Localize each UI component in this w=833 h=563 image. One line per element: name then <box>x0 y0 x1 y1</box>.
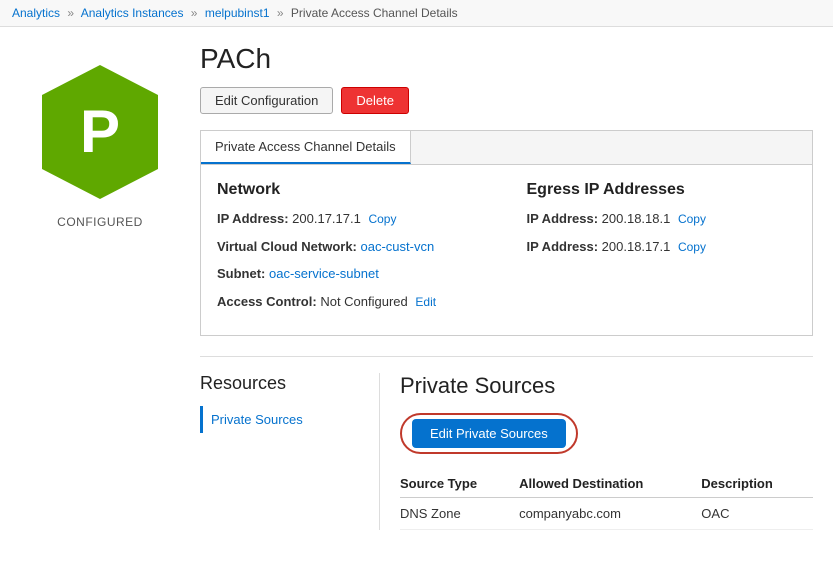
breadcrumb-instance[interactable]: melpubinst1 <box>205 6 270 20</box>
col-allowed-destination: Allowed Destination <box>519 470 701 498</box>
status-badge: CONFIGURED <box>57 215 143 229</box>
egress-ip1-row: IP Address: 200.18.18.1 Copy <box>527 209 797 229</box>
table-cell-allowed-destination: companyabc.com <box>519 498 701 530</box>
tab-private-access-channel[interactable]: Private Access Channel Details <box>201 131 411 164</box>
resources-panel: Resources Private Sources <box>200 373 380 530</box>
breadcrumb-current: Private Access Channel Details <box>291 6 458 20</box>
hexagon-icon: P <box>40 63 160 201</box>
egress-column: Egress IP Addresses IP Address: 200.18.1… <box>527 181 797 319</box>
col-source-type: Source Type <box>400 470 519 498</box>
table-header-row: Source Type Allowed Destination Descript… <box>400 470 813 498</box>
egress-ip2-copy[interactable]: Copy <box>678 240 706 254</box>
network-ip-row: IP Address: 200.17.17.1 Copy <box>217 209 487 229</box>
egress-ip1-value: 200.18.18.1 <box>602 211 671 226</box>
col-description: Description <box>701 470 813 498</box>
breadcrumb-sep1: » <box>67 6 74 20</box>
edit-private-sources-button[interactable]: Edit Private Sources <box>412 419 566 448</box>
hex-letter: P <box>80 102 120 162</box>
left-panel: P CONFIGURED <box>20 43 180 530</box>
breadcrumb-analytics[interactable]: Analytics <box>12 6 60 20</box>
egress-ip2-value: 200.18.17.1 <box>602 239 671 254</box>
right-panel: PACh Edit Configuration Delete Private A… <box>200 43 813 530</box>
breadcrumb: Analytics » Analytics Instances » melpub… <box>0 0 833 27</box>
egress-ip1-label: IP Address: <box>527 211 599 226</box>
vcn-link[interactable]: oac-cust-vcn <box>361 239 435 254</box>
egress-title: Egress IP Addresses <box>527 181 797 199</box>
subnet-link[interactable]: oac-service-subnet <box>269 266 379 281</box>
edit-private-sources-wrapper: Edit Private Sources <box>400 413 578 454</box>
egress-ip2-label: IP Address: <box>527 239 599 254</box>
page-title: PACh <box>200 43 813 75</box>
edit-configuration-button[interactable]: Edit Configuration <box>200 87 333 114</box>
subnet-row: Subnet: oac-service-subnet <box>217 264 487 284</box>
access-control-row: Access Control: Not Configured Edit <box>217 292 487 312</box>
access-control-edit[interactable]: Edit <box>415 295 436 309</box>
breadcrumb-analytics-instances[interactable]: Analytics Instances <box>81 6 184 20</box>
network-title: Network <box>217 181 487 199</box>
table-row: DNS Zonecompanyabc.comOAC <box>400 498 813 530</box>
private-sources-title: Private Sources <box>400 373 813 399</box>
bottom-section: Resources Private Sources Private Source… <box>200 356 813 530</box>
table-cell-source-type: DNS Zone <box>400 498 519 530</box>
resources-title: Resources <box>200 373 359 394</box>
egress-ip2-row: IP Address: 200.18.17.1 Copy <box>527 237 797 257</box>
egress-ip1-copy[interactable]: Copy <box>678 212 706 226</box>
main-container: P CONFIGURED PACh Edit Configuration Del… <box>0 27 833 546</box>
network-column: Network IP Address: 200.17.17.1 Copy Vir… <box>217 181 487 319</box>
network-ip-label: IP Address: <box>217 211 289 226</box>
network-ip-value-text: 200.17.17.1 <box>292 211 361 226</box>
breadcrumb-sep3: » <box>277 6 284 20</box>
tab-header: Private Access Channel Details <box>201 131 812 165</box>
breadcrumb-sep2: » <box>191 6 198 20</box>
buttons-row: Edit Configuration Delete <box>200 87 813 114</box>
subnet-label: Subnet: <box>217 266 265 281</box>
network-ip-copy[interactable]: Copy <box>368 212 396 226</box>
access-control-value-text: Not Configured <box>320 294 407 309</box>
tab-panel: Private Access Channel Details Network I… <box>200 130 813 336</box>
delete-button[interactable]: Delete <box>341 87 409 114</box>
table-cell-description: OAC <box>701 498 813 530</box>
access-control-label: Access Control: <box>217 294 317 309</box>
private-sources-panel: Private Sources Edit Private Sources Sou… <box>400 373 813 530</box>
details-grid: Network IP Address: 200.17.17.1 Copy Vir… <box>201 165 812 335</box>
sidebar-item-private-sources[interactable]: Private Sources <box>200 406 359 433</box>
sources-table: Source Type Allowed Destination Descript… <box>400 470 813 530</box>
vcn-label: Virtual Cloud Network: <box>217 239 357 254</box>
vcn-row: Virtual Cloud Network: oac-cust-vcn <box>217 237 487 257</box>
